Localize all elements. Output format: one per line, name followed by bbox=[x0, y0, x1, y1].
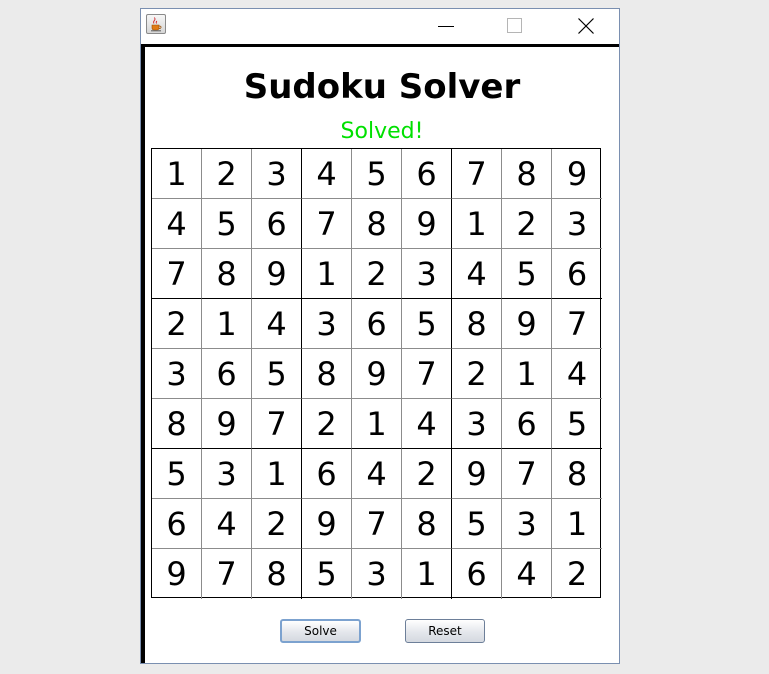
sudoku-cell[interactable]: 8 bbox=[502, 149, 552, 199]
sudoku-cell[interactable]: 4 bbox=[452, 249, 502, 299]
sudoku-cell[interactable]: 8 bbox=[202, 249, 252, 299]
minimize-button[interactable] bbox=[423, 9, 469, 43]
sudoku-cell[interactable]: 2 bbox=[452, 349, 502, 399]
sudoku-cell[interactable]: 3 bbox=[202, 449, 252, 499]
sudoku-cell[interactable]: 3 bbox=[152, 349, 202, 399]
app-window: Sudoku Solver Solved! 123456789456789123… bbox=[140, 8, 620, 664]
java-cup-icon[interactable] bbox=[146, 14, 166, 34]
sudoku-cell[interactable]: 9 bbox=[452, 449, 502, 499]
sudoku-cell[interactable]: 1 bbox=[552, 499, 602, 549]
sudoku-cell[interactable]: 4 bbox=[552, 349, 602, 399]
sudoku-cell[interactable]: 9 bbox=[552, 149, 602, 199]
maximize-button[interactable] bbox=[492, 9, 538, 43]
sudoku-cell[interactable]: 5 bbox=[152, 449, 202, 499]
sudoku-cell[interactable]: 4 bbox=[302, 149, 352, 199]
sudoku-cell[interactable]: 6 bbox=[152, 499, 202, 549]
sudoku-cell[interactable]: 1 bbox=[502, 349, 552, 399]
sudoku-cell[interactable]: 3 bbox=[352, 549, 402, 599]
sudoku-cell[interactable]: 5 bbox=[202, 199, 252, 249]
title-bar[interactable] bbox=[141, 9, 619, 43]
sudoku-cell[interactable]: 5 bbox=[302, 549, 352, 599]
solve-button[interactable]: Solve bbox=[280, 619, 361, 643]
sudoku-cell[interactable]: 2 bbox=[352, 249, 402, 299]
sudoku-cell[interactable]: 8 bbox=[552, 449, 602, 499]
sudoku-cell[interactable]: 5 bbox=[452, 499, 502, 549]
sudoku-cell[interactable]: 9 bbox=[202, 399, 252, 449]
sudoku-cell[interactable]: 5 bbox=[352, 149, 402, 199]
sudoku-cell[interactable]: 7 bbox=[452, 149, 502, 199]
sudoku-cell[interactable]: 3 bbox=[252, 149, 302, 199]
sudoku-cell[interactable]: 1 bbox=[252, 449, 302, 499]
sudoku-cell[interactable]: 6 bbox=[252, 199, 302, 249]
close-button[interactable] bbox=[563, 9, 609, 43]
sudoku-cell[interactable]: 7 bbox=[202, 549, 252, 599]
sudoku-cell[interactable]: 1 bbox=[402, 549, 452, 599]
sudoku-cell[interactable]: 4 bbox=[352, 449, 402, 499]
sudoku-cell[interactable]: 9 bbox=[252, 249, 302, 299]
sudoku-grid: 1234567894567891237891234562143658973658… bbox=[151, 148, 602, 599]
sudoku-cell[interactable]: 6 bbox=[402, 149, 452, 199]
sudoku-cell[interactable]: 9 bbox=[502, 299, 552, 349]
sudoku-cell[interactable]: 1 bbox=[152, 149, 202, 199]
sudoku-cell[interactable]: 7 bbox=[502, 449, 552, 499]
sudoku-cell[interactable]: 2 bbox=[252, 499, 302, 549]
sudoku-cell[interactable]: 5 bbox=[552, 399, 602, 449]
sudoku-cell[interactable]: 2 bbox=[402, 449, 452, 499]
sudoku-cell[interactable]: 3 bbox=[552, 199, 602, 249]
sudoku-cell[interactable]: 9 bbox=[152, 549, 202, 599]
sudoku-cell[interactable]: 6 bbox=[202, 349, 252, 399]
sudoku-cell[interactable]: 5 bbox=[252, 349, 302, 399]
sudoku-cell[interactable]: 2 bbox=[502, 199, 552, 249]
sudoku-cell[interactable]: 2 bbox=[302, 399, 352, 449]
sudoku-cell[interactable]: 6 bbox=[302, 449, 352, 499]
sudoku-cell[interactable]: 1 bbox=[452, 199, 502, 249]
sudoku-cell[interactable]: 4 bbox=[402, 399, 452, 449]
sudoku-cell[interactable]: 3 bbox=[302, 299, 352, 349]
sudoku-cell[interactable]: 3 bbox=[502, 499, 552, 549]
sudoku-cell[interactable]: 9 bbox=[402, 199, 452, 249]
sudoku-cell[interactable]: 8 bbox=[252, 549, 302, 599]
sudoku-cell[interactable]: 8 bbox=[302, 349, 352, 399]
close-icon bbox=[578, 18, 594, 34]
sudoku-cell[interactable]: 1 bbox=[202, 299, 252, 349]
sudoku-cell[interactable]: 3 bbox=[402, 249, 452, 299]
sudoku-cell[interactable]: 1 bbox=[302, 249, 352, 299]
content-panel: Sudoku Solver Solved! 123456789456789123… bbox=[141, 44, 619, 663]
sudoku-cell[interactable]: 3 bbox=[452, 399, 502, 449]
sudoku-cell[interactable]: 7 bbox=[152, 249, 202, 299]
sudoku-cell[interactable]: 8 bbox=[152, 399, 202, 449]
sudoku-cell[interactable]: 6 bbox=[352, 299, 402, 349]
sudoku-cell[interactable]: 9 bbox=[302, 499, 352, 549]
sudoku-cell[interactable]: 5 bbox=[402, 299, 452, 349]
app-title: Sudoku Solver bbox=[243, 67, 521, 107]
sudoku-cell[interactable]: 4 bbox=[252, 299, 302, 349]
minimize-icon bbox=[438, 26, 454, 27]
sudoku-cell[interactable]: 2 bbox=[202, 149, 252, 199]
sudoku-cell[interactable]: 7 bbox=[552, 299, 602, 349]
sudoku-cell[interactable]: 8 bbox=[352, 199, 402, 249]
sudoku-cell[interactable]: 6 bbox=[552, 249, 602, 299]
sudoku-cell[interactable]: 5 bbox=[502, 249, 552, 299]
sudoku-cell[interactable]: 2 bbox=[152, 299, 202, 349]
sudoku-cell[interactable]: 4 bbox=[152, 199, 202, 249]
maximize-icon bbox=[507, 18, 522, 33]
sudoku-cell[interactable]: 8 bbox=[402, 499, 452, 549]
reset-button[interactable]: Reset bbox=[405, 619, 485, 643]
sudoku-cell[interactable]: 1 bbox=[352, 399, 402, 449]
sudoku-cell[interactable]: 7 bbox=[402, 349, 452, 399]
sudoku-cell[interactable]: 6 bbox=[452, 549, 502, 599]
sudoku-cell[interactable]: 4 bbox=[202, 499, 252, 549]
sudoku-cell[interactable]: 7 bbox=[252, 399, 302, 449]
sudoku-cell[interactable]: 9 bbox=[352, 349, 402, 399]
sudoku-cell[interactable]: 2 bbox=[552, 549, 602, 599]
sudoku-cell[interactable]: 7 bbox=[302, 199, 352, 249]
sudoku-cell[interactable]: 6 bbox=[502, 399, 552, 449]
sudoku-cell[interactable]: 4 bbox=[502, 549, 552, 599]
sudoku-cell[interactable]: 8 bbox=[452, 299, 502, 349]
sudoku-cell[interactable]: 7 bbox=[352, 499, 402, 549]
status-label: Solved! bbox=[340, 119, 424, 144]
